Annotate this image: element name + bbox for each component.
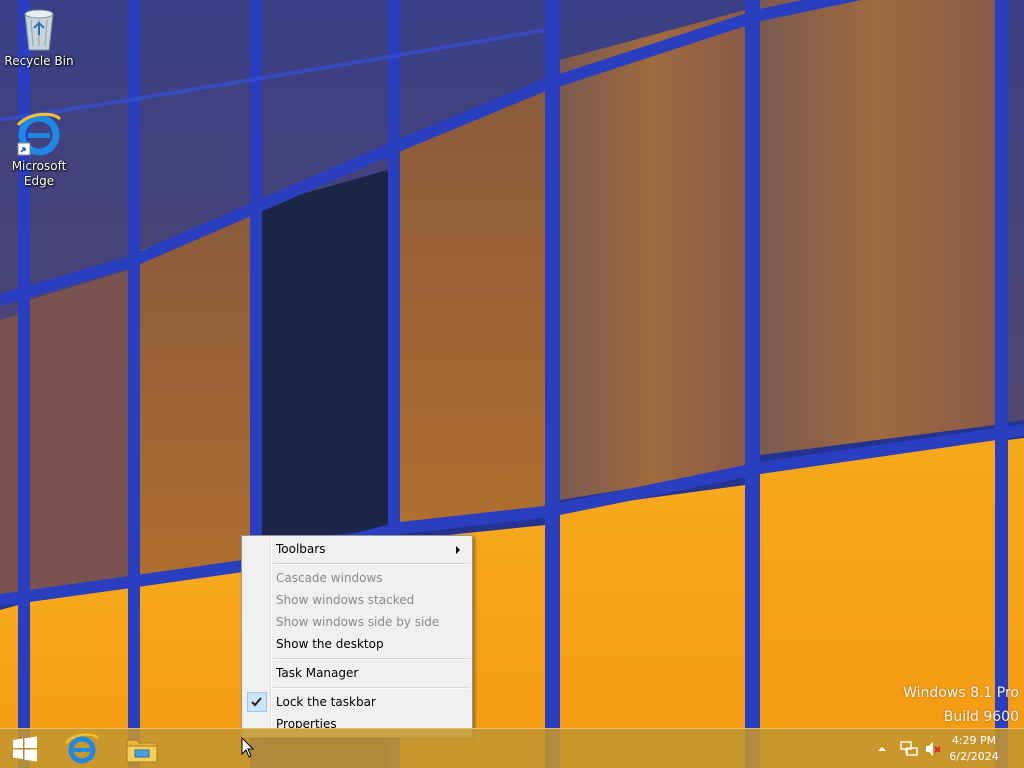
microsoft-edge-label: Microsoft Edge [11,159,67,188]
mouse-pointer-icon [241,737,255,758]
network-icon[interactable] [900,740,918,758]
system-tray: 4:29 PM 6/2/2024 [864,729,1024,768]
menu-item-label: Show windows side by side [276,615,440,629]
menu-item-show-the-desktop[interactable]: Show the desktop [244,633,470,655]
recycle-bin-icon [24,9,54,51]
menu-separator [273,658,470,660]
file-explorer-icon [126,739,158,763]
taskbar[interactable]: 4:29 PM 6/2/2024 [0,728,1024,768]
show-hidden-icons-icon[interactable] [877,745,887,753]
recycle-bin-label: Recycle Bin [4,54,74,68]
menu-item-toolbars[interactable]: Toolbars [244,538,470,560]
menu-separator [273,687,470,689]
submenu-arrow-icon [456,546,460,554]
menu-item-label: Show the desktop [276,637,384,651]
start-button[interactable] [0,729,50,768]
taskbar-context-menu: Toolbars Cascade windows Show windows st… [241,535,473,738]
menu-separator [273,563,470,565]
watermark-build: Build 9600 [943,709,1019,725]
wallpaper-image [0,0,1024,768]
menu-item-lock-the-taskbar[interactable]: Lock the taskbar [244,691,470,713]
taskbar-file-explorer-button[interactable] [114,729,170,768]
menu-item-label: Toolbars [276,542,326,556]
watermark-edition: Windows 8.1 Pro [903,685,1019,701]
taskbar-clock[interactable]: 4:29 PM 6/2/2024 [944,733,1004,765]
menu-item-label: Cascade windows [276,571,383,585]
recycle-bin-desktop-icon[interactable]: Recycle Bin [1,6,77,69]
windows-logo-icon [13,736,37,762]
edge-icon [16,112,62,156]
menu-item-task-manager[interactable]: Task Manager [244,662,470,684]
menu-item-label: Show windows stacked [276,593,415,607]
clock-date: 6/2/2024 [949,750,999,763]
checkmark-icon [247,692,267,712]
desktop[interactable]: Recycle Bin Microsoft Edge Windows 8.1 P… [0,0,1024,768]
volume-muted-icon[interactable] [924,740,942,758]
menu-item-show-windows-side-by-side[interactable]: Show windows side by side [244,611,470,633]
menu-item-label: Task Manager [276,666,359,680]
menu-item-cascade-windows[interactable]: Cascade windows [244,567,470,589]
menu-item-label: Lock the taskbar [276,695,376,709]
internet-explorer-icon [65,733,99,764]
taskbar-internet-explorer-button[interactable] [54,729,110,768]
microsoft-edge-desktop-icon[interactable]: Microsoft Edge [1,111,77,189]
windows-version-watermark: Windows 8.1 Pro Build 9600 [903,684,1019,732]
menu-item-show-windows-stacked[interactable]: Show windows stacked [244,589,470,611]
clock-time: 4:29 PM [951,734,997,747]
